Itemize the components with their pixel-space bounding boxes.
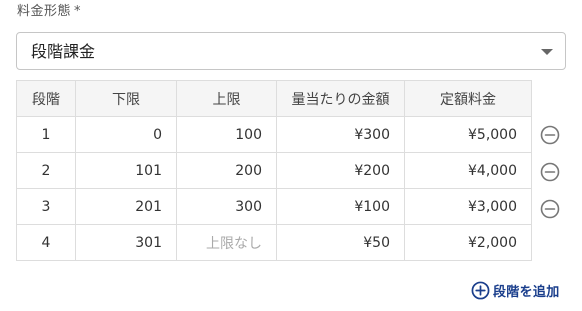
table-row: 1 0 100 ¥300 ¥5,000 [16, 116, 532, 153]
caret-down-icon [541, 49, 553, 55]
table-row: 2 101 200 ¥200 ¥4,000 [16, 152, 532, 189]
remove-tier-button[interactable] [540, 199, 560, 219]
pricing-select[interactable]: 段階課金 [16, 32, 566, 70]
table-row: 4 301 上限なし ¥50 ¥2,000 [16, 224, 532, 261]
header-upper-limit: 上限 [176, 80, 277, 117]
stage-cell: 2 [16, 152, 76, 189]
pricing-field-label: 料金形態 * [17, 4, 81, 20]
add-tier-button[interactable]: 段階を追加 [471, 280, 560, 300]
minus-circle-icon [540, 125, 560, 145]
required-mark: * [74, 4, 82, 19]
upper-limit-input[interactable]: 200 [176, 152, 277, 189]
fixed-fee-input[interactable]: ¥4,000 [404, 152, 532, 189]
lower-limit-input[interactable]: 0 [75, 116, 177, 153]
lower-limit-input[interactable]: 201 [75, 188, 177, 225]
fixed-fee-input[interactable]: ¥3,000 [404, 188, 532, 225]
minus-circle-icon [540, 199, 560, 219]
pricing-select-value: 段階課金 [31, 42, 96, 61]
header-stage: 段階 [16, 80, 76, 117]
upper-limit-input[interactable]: 300 [176, 188, 277, 225]
stage-cell: 3 [16, 188, 76, 225]
upper-limit-placeholder[interactable]: 上限なし [176, 224, 277, 261]
unit-price-input[interactable]: ¥100 [276, 188, 405, 225]
unit-price-input[interactable]: ¥50 [276, 224, 405, 261]
plus-circle-icon [471, 281, 490, 299]
minus-circle-icon [540, 162, 560, 182]
upper-limit-input[interactable]: 100 [176, 116, 277, 153]
stage-cell: 1 [16, 116, 76, 153]
stage-cell: 4 [16, 224, 76, 261]
fixed-fee-input[interactable]: ¥5,000 [404, 116, 532, 153]
table-row: 3 201 300 ¥100 ¥3,000 [16, 188, 532, 225]
unit-price-input[interactable]: ¥200 [276, 152, 405, 189]
fixed-fee-input[interactable]: ¥2,000 [404, 224, 532, 261]
tier-table: 段階 下限 上限 量当たりの金額 定額料金 1 0 100 ¥300 ¥5,00… [16, 80, 532, 261]
lower-limit-input[interactable]: 101 [75, 152, 177, 189]
remove-tier-button[interactable] [540, 125, 560, 145]
header-fixed-fee: 定額料金 [404, 80, 532, 117]
pricing-label-text: 料金形態 [17, 4, 72, 19]
header-lower-limit: 下限 [75, 80, 177, 117]
add-tier-label: 段階を追加 [493, 284, 560, 300]
tier-table-header-row: 段階 下限 上限 量当たりの金額 定額料金 [16, 80, 532, 117]
remove-tier-button[interactable] [540, 162, 560, 182]
header-unit-price: 量当たりの金額 [276, 80, 405, 117]
unit-price-input[interactable]: ¥300 [276, 116, 405, 153]
lower-limit-input[interactable]: 301 [75, 224, 177, 261]
